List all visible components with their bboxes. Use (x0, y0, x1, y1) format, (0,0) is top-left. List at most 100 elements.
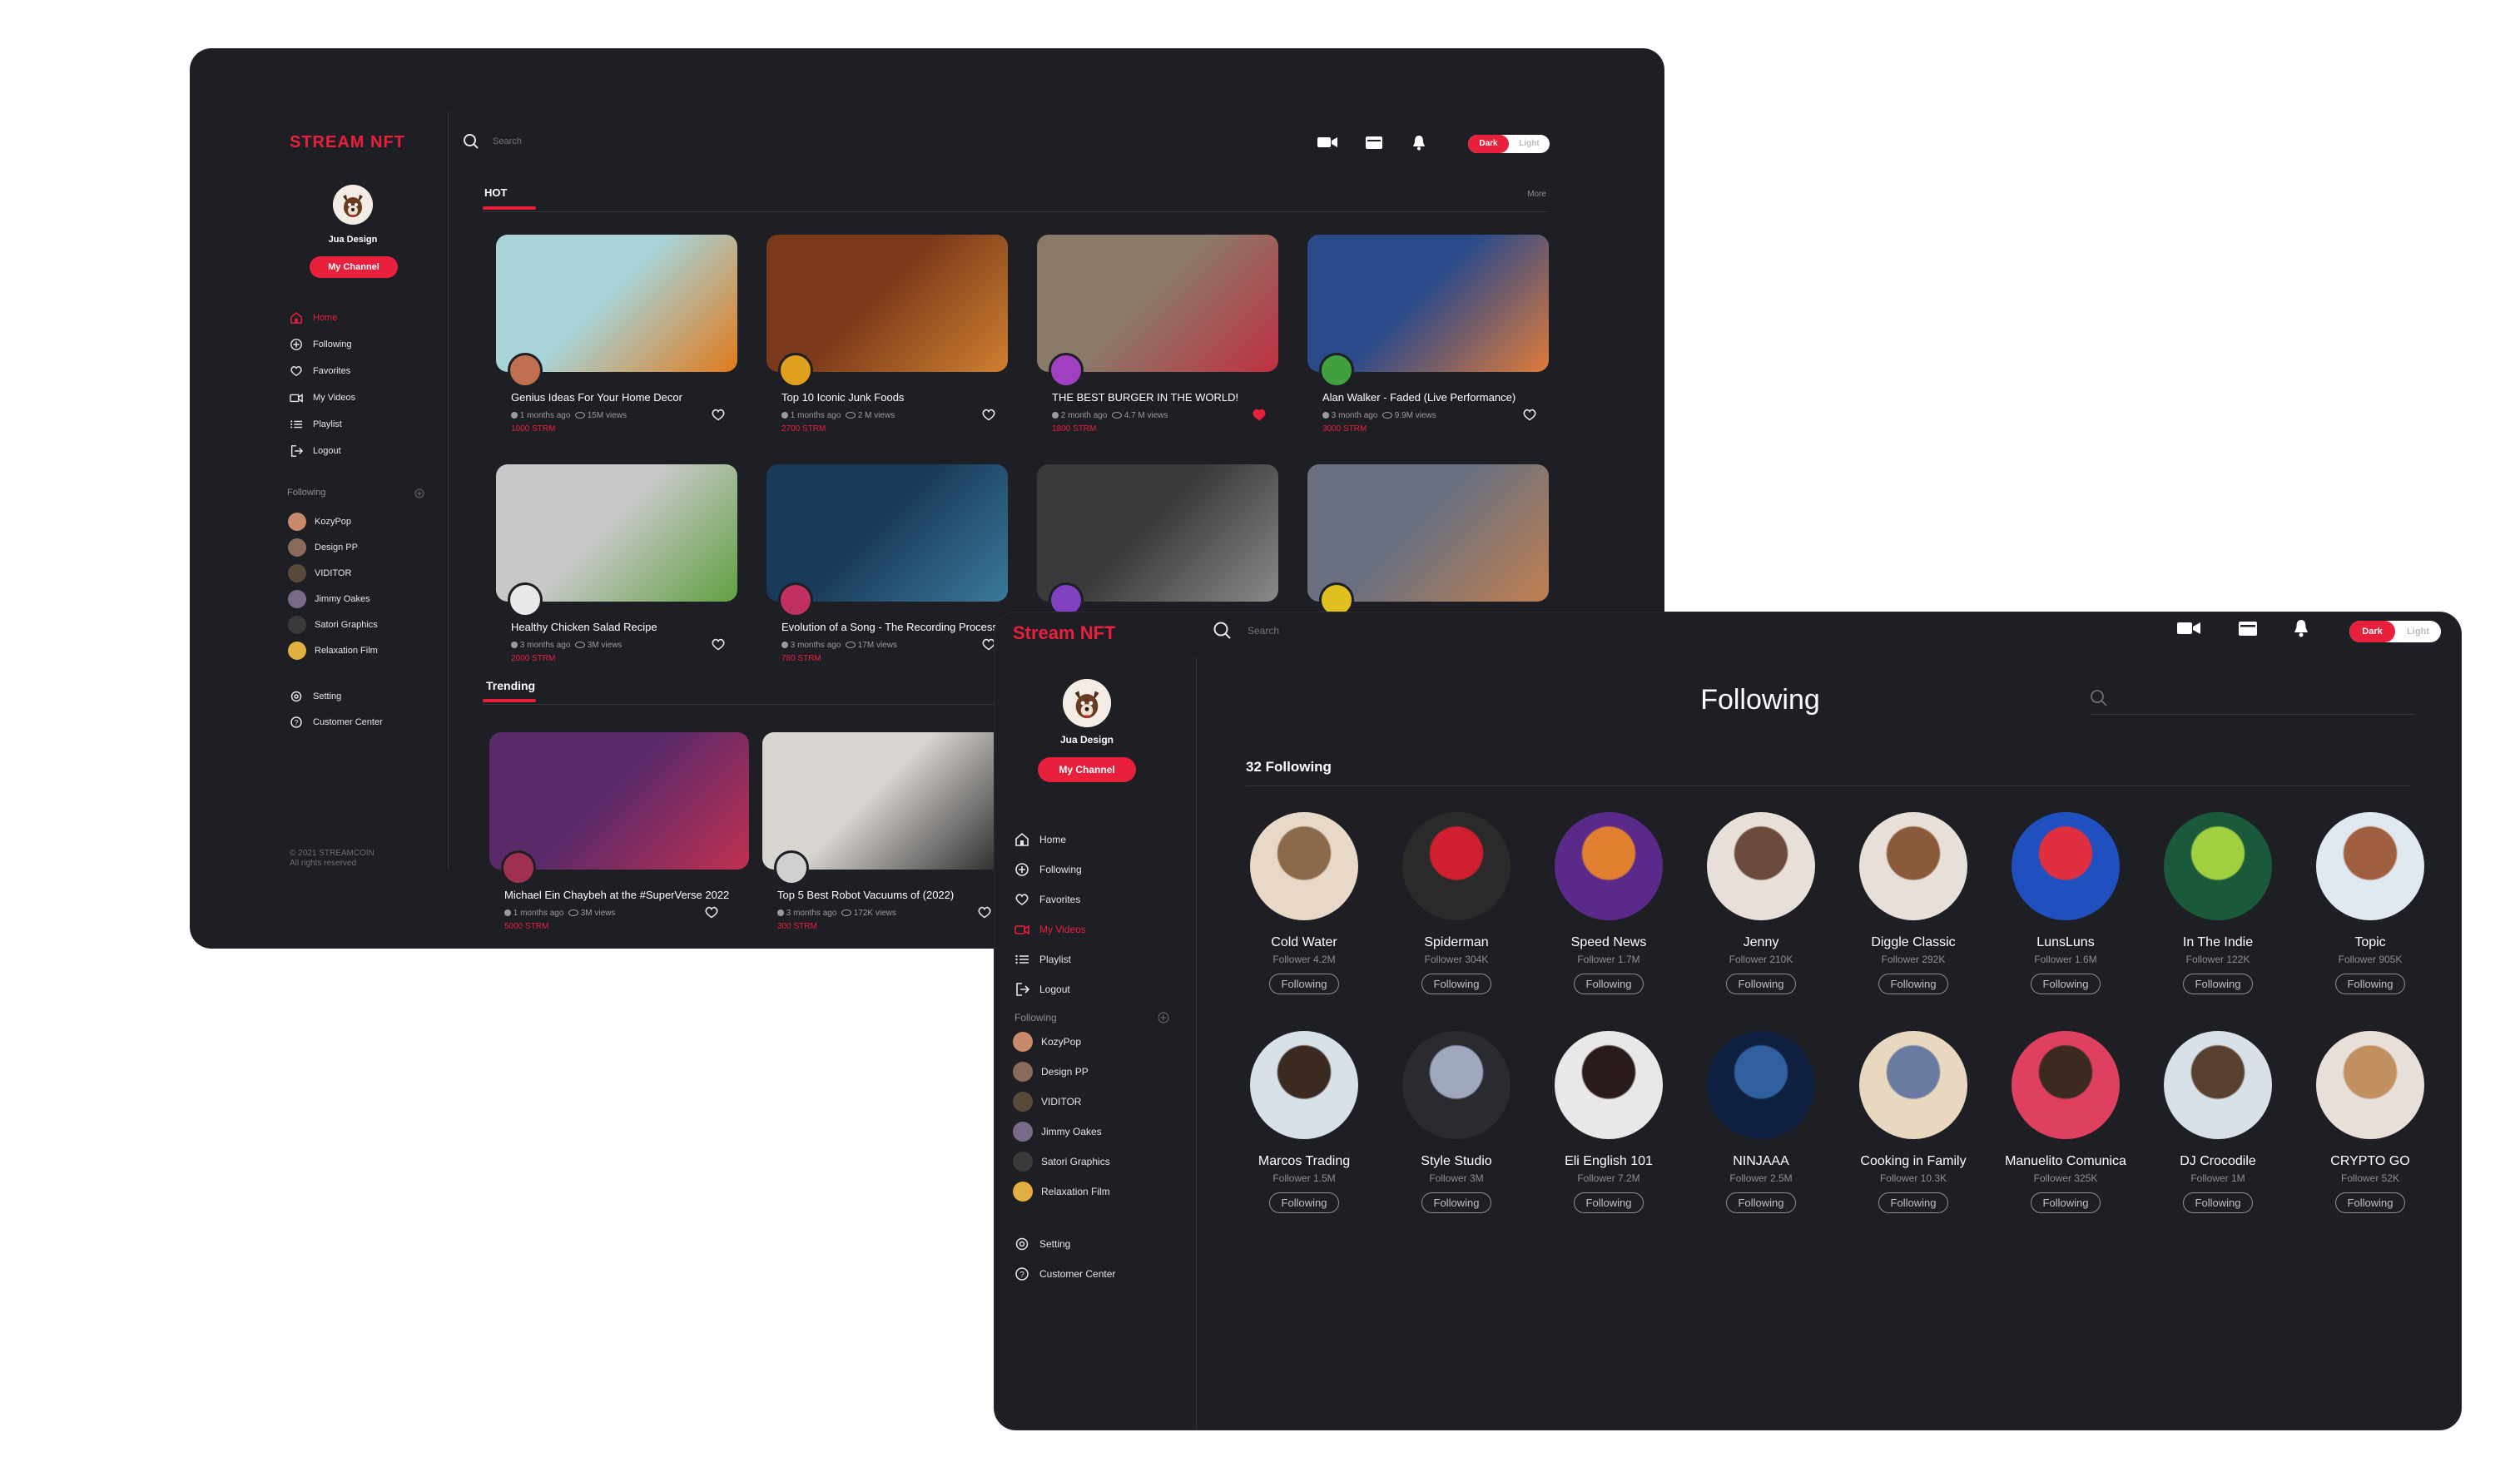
following-item[interactable]: Satori Graphics (1013, 1152, 1110, 1172)
channel-name[interactable]: Style Studio (1382, 1154, 1531, 1169)
user-avatar[interactable] (333, 185, 373, 225)
video-card[interactable]: Junk Foods Top 10 Iconic Junk Foods 1 mo… (766, 235, 1008, 434)
video-card[interactable]: Burger is Everything THE BEST BURGER IN … (1037, 235, 1278, 434)
heart-icon[interactable] (704, 905, 719, 919)
channel-name[interactable]: Spiderman (1382, 935, 1531, 950)
search-input[interactable] (491, 136, 744, 147)
following-card[interactable]: LunsLuns Follower 1.6M Following (1991, 812, 2141, 994)
video-camera-icon[interactable] (2176, 619, 2201, 637)
heart-icon[interactable] (981, 408, 996, 421)
video-card[interactable]: Robots Life Top 5 Best Robot Vacuums of … (762, 732, 1004, 931)
theme-toggle[interactable]: Dark Light (2349, 621, 2441, 642)
following-card[interactable]: Diggle Classic Follower 292K Following (1838, 812, 1988, 994)
video-thumbnail[interactable]: Music World (766, 464, 1008, 602)
following-button[interactable]: Following (1421, 1192, 1492, 1213)
following-button[interactable]: Following (1421, 974, 1492, 994)
video-title[interactable]: Alan Walker - Faded (Live Performance) (1322, 391, 1515, 404)
heart-icon[interactable] (1522, 408, 1537, 421)
channel-avatar[interactable] (2316, 1031, 2424, 1139)
wallet-icon[interactable] (2238, 619, 2258, 637)
video-title[interactable]: Top 10 Iconic Junk Foods (781, 391, 904, 404)
sidebar-item-playlist[interactable]: Playlist (290, 418, 342, 431)
channel-avatar[interactable] (1402, 812, 1511, 920)
following-item[interactable]: Design PP (288, 538, 358, 557)
more-link[interactable]: More (1488, 190, 1546, 199)
following-button[interactable]: Following (1573, 1192, 1644, 1213)
heart-icon[interactable] (977, 905, 992, 919)
sidebar-item-following[interactable]: Following (290, 338, 351, 351)
channel-name[interactable]: NINJAAA (1686, 1154, 1836, 1169)
channel-avatar[interactable] (501, 850, 536, 885)
channel-avatar[interactable] (1707, 1031, 1815, 1139)
tab-trending[interactable]: Trending (486, 679, 535, 692)
sidebar-item-following[interactable]: Following (1014, 862, 1082, 877)
channel-avatar[interactable] (1555, 1031, 1663, 1139)
following-button[interactable]: Following (2334, 974, 2406, 994)
user-avatar[interactable] (1063, 679, 1111, 727)
video-title[interactable]: Genius Ideas For Your Home Decor (511, 391, 682, 404)
following-card[interactable]: Manuelito Comunica Follower 325K Followi… (1991, 1031, 2141, 1213)
channel-avatar[interactable] (2316, 812, 2424, 920)
video-card[interactable]: My Kittens (1307, 464, 1549, 617)
channel-name[interactable]: Marcos Trading (1229, 1154, 1379, 1169)
channel-avatar[interactable] (778, 353, 813, 388)
customer-center-link[interactable]: ? Customer Center (290, 716, 383, 729)
following-button[interactable]: Following (1268, 974, 1340, 994)
channel-avatar[interactable] (2012, 1031, 2120, 1139)
channel-name[interactable]: DJ Crocodile (2143, 1154, 2293, 1169)
following-card[interactable]: In The Indie Follower 122K Following (2143, 812, 2293, 994)
channel-avatar[interactable] (1250, 812, 1358, 920)
following-card[interactable]: Eli English 101 Follower 7.2M Following (1534, 1031, 1684, 1213)
video-thumbnail[interactable]: Junk Foods (766, 235, 1008, 372)
following-button[interactable]: Following (2182, 974, 2254, 994)
sidebar-item-favorites[interactable]: Favorites (1014, 892, 1080, 907)
brand-logo[interactable]: STREAM NFT (290, 133, 405, 152)
bell-icon[interactable] (1411, 134, 1426, 151)
video-thumbnail[interactable]: Music For Life (1307, 235, 1549, 372)
search-bar[interactable] (463, 133, 744, 150)
channel-avatar[interactable] (508, 353, 543, 388)
tab-hot[interactable]: HOT (484, 186, 507, 199)
channel-name[interactable]: Manuelito Comunica (1991, 1154, 2141, 1169)
following-card[interactable]: Speed News Follower 1.7M Following (1534, 812, 1684, 994)
following-card[interactable]: Jenny Follower 210K Following (1686, 812, 1836, 994)
video-card[interactable]: Be Healthy Healthy Chicken Salad Recipe … (496, 464, 737, 663)
my-channel-button[interactable]: My Channel (310, 256, 398, 278)
video-title[interactable]: Michael Ein Chaybeh at the #SuperVerse 2… (504, 889, 729, 901)
following-card[interactable]: DJ Crocodile Follower 1M Following (2143, 1031, 2293, 1213)
following-button[interactable]: Following (2030, 974, 2101, 994)
channel-avatar[interactable] (2164, 812, 2272, 920)
heart-icon[interactable] (711, 637, 726, 651)
channel-avatar[interactable] (508, 582, 543, 617)
light-mode-option[interactable]: Light (2395, 621, 2441, 642)
heart-icon[interactable] (711, 408, 726, 421)
following-card[interactable]: NINJAAA Follower 2.5M Following (1686, 1031, 1836, 1213)
video-card[interactable]: Fact Side Genius Ideas For Your Home Dec… (496, 235, 737, 434)
video-card[interactable]: Life of People (1037, 464, 1278, 617)
following-card[interactable]: Cooking in Family Follower 10.3K Followi… (1838, 1031, 1988, 1213)
setting-link[interactable]: Setting (290, 690, 341, 703)
channel-name[interactable]: Topic (2295, 935, 2445, 950)
channel-avatar[interactable] (1555, 812, 1663, 920)
video-thumbnail[interactable]: Fact Side (496, 235, 737, 372)
following-button[interactable]: Following (2334, 1192, 2406, 1213)
video-title[interactable]: THE BEST BURGER IN THE WORLD! (1052, 391, 1238, 404)
following-card[interactable]: Spiderman Follower 304K Following (1382, 812, 1531, 994)
channel-name[interactable]: Speed News (1534, 935, 1684, 950)
following-card[interactable]: Topic Follower 905K Following (2295, 812, 2445, 994)
following-card[interactable]: Cold Water Follower 4.2M Following (1229, 812, 1379, 994)
channel-avatar[interactable] (1250, 1031, 1358, 1139)
following-item[interactable]: Satori Graphics (288, 616, 378, 634)
heart-icon[interactable] (1252, 408, 1267, 421)
sidebar-item-favorites[interactable]: Favorites (290, 364, 350, 378)
video-camera-icon[interactable] (1317, 135, 1338, 150)
channel-avatar[interactable] (1402, 1031, 1511, 1139)
dark-mode-option[interactable]: Dark (1468, 135, 1509, 153)
sidebar-item-my-videos[interactable]: My Videos (290, 391, 355, 404)
channel-name[interactable]: In The Indie (2143, 935, 2293, 950)
brand-logo[interactable]: Stream NFT (1013, 622, 1115, 644)
search-input[interactable] (1246, 624, 1515, 637)
following-button[interactable]: Following (2182, 1192, 2254, 1213)
channel-name[interactable]: LunsLuns (1991, 935, 2141, 950)
following-item[interactable]: Jimmy Oakes (1013, 1122, 1102, 1142)
